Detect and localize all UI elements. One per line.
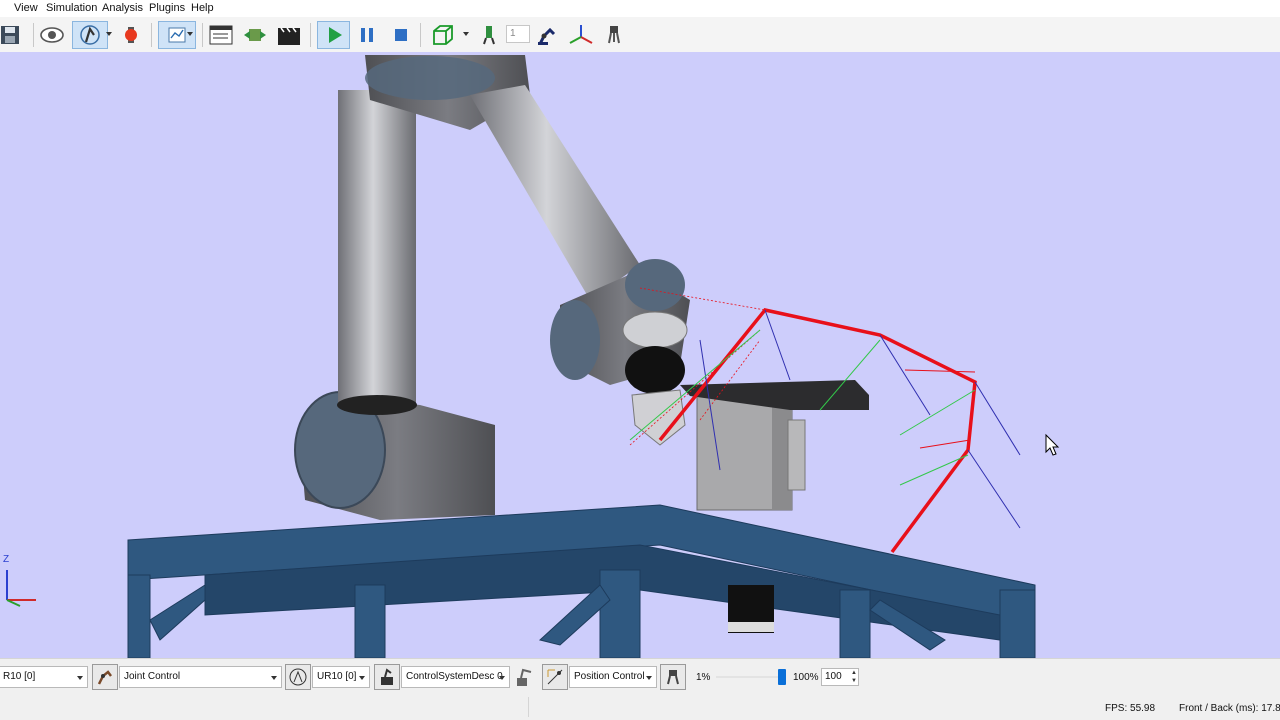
frame-axes-button[interactable] <box>567 21 595 49</box>
robot-arm <box>294 55 690 520</box>
speed-min-label: 1% <box>696 672 711 683</box>
mouse-cursor-icon <box>1045 433 1060 456</box>
workcell-button[interactable] <box>241 21 269 49</box>
status-bar: FPS: 55.98 Front / Back (ms): 17.8 <box>0 697 1280 720</box>
toolbar-separator <box>33 23 34 47</box>
save-button[interactable] <box>0 21 24 49</box>
stop-icon <box>395 29 407 41</box>
pause-icon <box>361 28 373 42</box>
joint-control-icon[interactable] <box>92 664 118 690</box>
scene-render <box>127 55 1060 658</box>
control-system-select[interactable]: ControlSystemDesc 0 <box>401 666 510 688</box>
control-mode-select[interactable]: Joint Control <box>119 666 282 688</box>
speed-slider-handle[interactable] <box>778 669 786 685</box>
control-system-icon[interactable] <box>374 664 400 690</box>
eye-icon <box>40 27 64 43</box>
menu-plugins[interactable]: Plugins <box>149 2 185 14</box>
axis-z-label: Z <box>3 554 10 565</box>
fps-readout: FPS: 55.98 <box>1105 703 1156 714</box>
gripper-button[interactable] <box>475 21 503 49</box>
front-back-readout: Front / Back (ms): 17.8 <box>1179 703 1280 714</box>
plot-icon <box>168 27 186 43</box>
chevron-down-icon[interactable] <box>187 32 193 36</box>
chevron-down-icon <box>271 676 277 680</box>
menu-simulation[interactable]: Simulation <box>46 2 97 14</box>
chevron-down-icon <box>359 676 365 680</box>
chevron-down-icon[interactable] <box>463 32 469 36</box>
control-bar: R10 [0] Joint Control UR10 [0] ControlSy… <box>0 658 1280 697</box>
chevron-down-icon <box>499 676 505 680</box>
controller-config-button[interactable] <box>512 664 538 690</box>
speed-slider-track[interactable] <box>716 669 786 685</box>
main-toolbar: 1 <box>0 17 1280 53</box>
record-button[interactable] <box>275 21 303 49</box>
position-control-icon[interactable] <box>542 664 568 690</box>
toolbar-separator <box>420 23 421 47</box>
collision-button[interactable] <box>117 21 145 49</box>
controller-config-icon <box>517 668 532 686</box>
menu-analysis[interactable]: Analysis <box>102 2 143 14</box>
device-select-value: R10 [0] <box>3 671 36 682</box>
chevron-down-icon[interactable] <box>106 32 112 36</box>
speed-max-label: 100% <box>793 672 819 683</box>
chevron-down-icon <box>646 676 652 680</box>
spin-arrows-icon[interactable]: ▲ ▼ <box>851 669 857 685</box>
properties-panel-icon <box>209 25 233 45</box>
menu-help[interactable]: Help <box>191 2 214 14</box>
scene-viewport[interactable]: Z <box>0 52 1280 658</box>
menu-view[interactable]: View <box>14 2 38 14</box>
speed-slider-fill <box>716 676 778 678</box>
robot-select-value: UR10 [0] <box>317 671 357 682</box>
bounding-box-button[interactable] <box>429 21 457 49</box>
play-icon <box>328 27 342 43</box>
work-table <box>127 504 1036 658</box>
gripper-icon <box>483 26 495 45</box>
gripper-fingers-icon <box>608 26 620 44</box>
robot-select[interactable]: UR10 [0] <box>312 666 370 688</box>
toolbar-separator <box>151 23 152 47</box>
toolbar-separator <box>310 23 311 47</box>
control-system-value: ControlSystemDesc 0 <box>406 671 503 682</box>
position-mode-select[interactable]: Position Control <box>569 666 657 688</box>
save-icon <box>1 26 19 44</box>
menu-bar: View Simulation Analysis Plugins Help <box>0 0 1280 17</box>
tool-control-icon[interactable] <box>660 664 686 690</box>
cube-icon <box>433 25 453 45</box>
pause-button[interactable] <box>353 21 381 49</box>
speed-spinbox[interactable]: 100 ▲ ▼ <box>821 668 859 686</box>
tool-button[interactable] <box>600 21 628 49</box>
clapperboard-icon <box>278 27 300 45</box>
stop-button[interactable] <box>387 21 415 49</box>
status-separator <box>528 697 529 717</box>
collision-icon <box>125 27 137 43</box>
camera-mode-button[interactable] <box>72 21 108 49</box>
robot-select-icon[interactable] <box>285 664 311 690</box>
position-mode-value: Position Control <box>574 671 645 682</box>
robot-arm-icon <box>538 27 556 45</box>
properties-button[interactable] <box>207 21 235 49</box>
axes-icon <box>569 25 593 44</box>
frame-spinbox[interactable]: 1 <box>506 25 530 43</box>
robot-frames-button[interactable] <box>534 21 562 49</box>
control-mode-value: Joint Control <box>124 671 181 682</box>
workcell-icon <box>244 29 266 41</box>
view-toggle-button[interactable] <box>38 21 66 49</box>
device-select[interactable]: R10 [0] <box>0 666 88 688</box>
speed-spinbox-value: 100 <box>825 671 842 682</box>
robot-scene-icon <box>80 25 100 45</box>
chevron-down-icon <box>77 676 83 680</box>
toolbar-separator <box>202 23 203 47</box>
play-button[interactable] <box>317 21 350 49</box>
